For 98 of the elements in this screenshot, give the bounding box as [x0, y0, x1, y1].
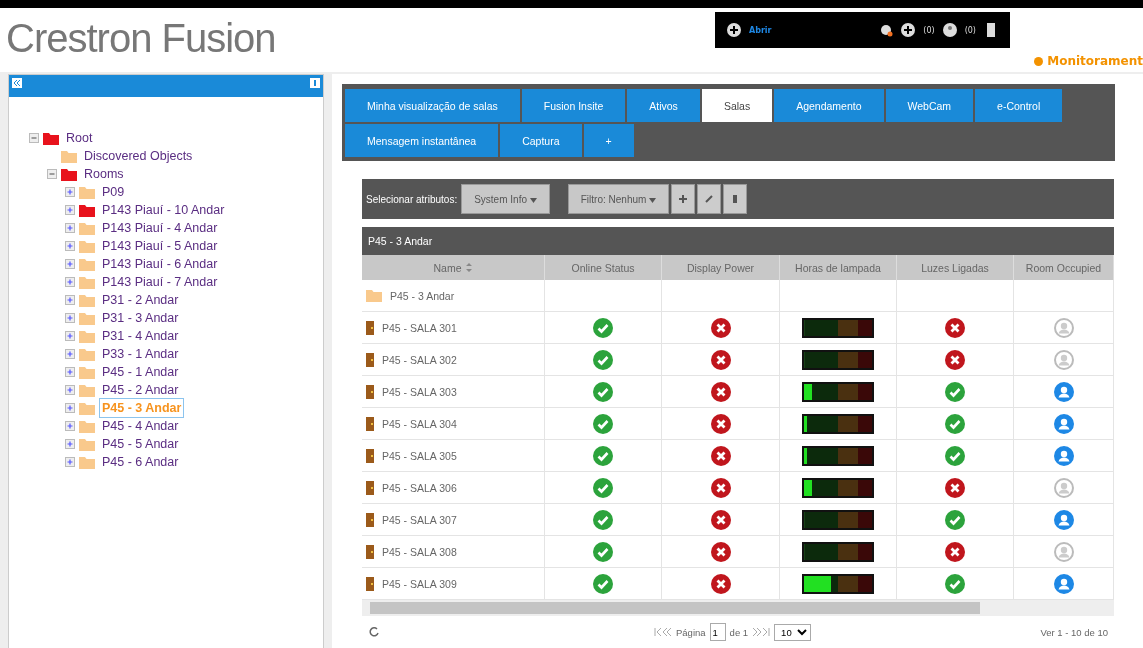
expand-toggle[interactable]: [65, 349, 75, 359]
tree-item[interactable]: P143 Piauí - 7 Andar: [99, 272, 221, 292]
add-button[interactable]: [671, 184, 696, 214]
alert-count: (0): [923, 25, 935, 35]
plus-icon[interactable]: [727, 23, 741, 37]
delete-button[interactable]: [723, 184, 748, 214]
expand-toggle[interactable]: [65, 277, 75, 287]
attributes-label: Selecionar atributos:: [366, 193, 458, 205]
tab[interactable]: +: [583, 124, 634, 157]
expand-toggle[interactable]: [65, 241, 75, 251]
tree-item[interactable]: P09: [99, 182, 128, 202]
expand-toggle[interactable]: [65, 439, 75, 449]
horizontal-scrollbar[interactable]: [362, 600, 1114, 616]
expand-toggle[interactable]: [65, 403, 75, 413]
collapse-button[interactable]: [12, 78, 22, 88]
tree-item[interactable]: P143 Piauí - 5 Andar: [99, 236, 221, 256]
column-header[interactable]: Online Status: [545, 255, 662, 280]
collapse-toggle[interactable]: [29, 133, 39, 143]
table-cell: P45 - SALA 307: [382, 513, 457, 526]
tree-item[interactable]: P45 - 5 Andar: [99, 434, 182, 454]
tree-item[interactable]: P31 - 2 Andar: [99, 290, 182, 310]
table-cell: P45 - SALA 302: [382, 353, 457, 366]
tree-item[interactable]: P143 Piauí - 6 Andar: [99, 254, 221, 274]
tree-item[interactable]: P143 Piauí - 4 Andar: [99, 218, 221, 238]
tab[interactable]: Ativos: [627, 89, 700, 122]
attributes-dropdown[interactable]: System Info: [461, 184, 550, 214]
expand-toggle[interactable]: [65, 331, 75, 341]
expand-toggle[interactable]: [65, 457, 75, 467]
tree-item[interactable]: P31 - 4 Andar: [99, 326, 182, 346]
tab[interactable]: Captura: [500, 124, 582, 157]
expand-toggle[interactable]: [65, 295, 75, 305]
tree-item[interactable]: Root: [63, 128, 96, 148]
expand-toggle[interactable]: [65, 205, 75, 215]
tree-item[interactable]: Rooms: [81, 164, 127, 184]
logo: Crestron Fusion: [5, 15, 276, 62]
tab[interactable]: Agendamento: [774, 89, 884, 122]
page-field[interactable]: 1: [709, 623, 726, 641]
grid-title: P45 - 3 Andar: [362, 227, 1114, 255]
column-header[interactable]: Display Power: [662, 255, 780, 280]
table-cell: P45 - SALA 309: [382, 577, 457, 590]
column-header[interactable]: Luzes Ligadas: [897, 255, 1014, 280]
table-cell: P45 - 3 Andar: [390, 289, 455, 302]
column-header[interactable]: Name: [362, 255, 545, 280]
sort-icon[interactable]: [464, 263, 473, 272]
page-size-select[interactable]: 10: [774, 623, 812, 641]
user-count: (0): [964, 25, 976, 35]
caret-icon: [529, 197, 537, 203]
page-total: de 1: [729, 626, 749, 638]
column-header[interactable]: Room Occupied: [1014, 255, 1114, 280]
last-page-icon[interactable]: [752, 626, 771, 638]
collapse-toggle[interactable]: [47, 169, 57, 179]
expand-toggle[interactable]: [65, 367, 75, 377]
filter-dropdown[interactable]: Filtro: Nenhum: [567, 184, 670, 214]
caret-icon: [649, 197, 657, 203]
open-link[interactable]: Abrir: [749, 25, 772, 35]
expand-toggle[interactable]: [65, 259, 75, 269]
tree-item[interactable]: P45 - 2 Andar: [99, 380, 182, 400]
expand-toggle[interactable]: [65, 223, 75, 233]
table-cell: P45 - SALA 306: [382, 481, 457, 494]
tree-item[interactable]: P33 - 1 Andar: [99, 344, 182, 364]
tree-item[interactable]: P45 - 1 Andar: [99, 362, 182, 382]
double-chevron-icon: [13, 78, 21, 87]
page-label: Página: [676, 626, 706, 638]
tab[interactable]: WebCam: [885, 89, 974, 122]
first-page-icon[interactable]: [654, 626, 672, 638]
alarm-icon[interactable]: [879, 23, 894, 37]
record-summary: Ver 1 - 10 de 10: [1040, 626, 1108, 638]
table-cell: P45 - SALA 301: [382, 321, 457, 334]
table-cell: P45 - SALA 305: [382, 449, 457, 462]
plus-icon[interactable]: [901, 23, 916, 37]
status-dot-icon: [1034, 56, 1044, 66]
tab[interactable]: Mensagem instantânea: [345, 124, 499, 157]
edit-button[interactable]: [697, 184, 722, 214]
expand-toggle[interactable]: [65, 421, 75, 431]
expand-toggle[interactable]: [65, 313, 75, 323]
plus-icon: [678, 194, 689, 204]
tree-item[interactable]: P45 - 6 Andar: [99, 452, 182, 472]
tree-item[interactable]: P143 Piauí - 10 Andar: [99, 200, 228, 220]
device-icon[interactable]: [984, 23, 998, 37]
tab[interactable]: Salas: [701, 89, 773, 122]
table-cell: P45 - SALA 308: [382, 545, 457, 558]
tab[interactable]: Minha visualização de salas: [345, 89, 520, 122]
refresh-icon[interactable]: [368, 626, 380, 638]
tree-item[interactable]: P45 - 4 Andar: [99, 416, 182, 436]
pin-icon: [311, 78, 319, 87]
column-header[interactable]: Horas de lampada: [780, 255, 897, 280]
pencil-icon: [704, 194, 715, 204]
expand-toggle[interactable]: [65, 187, 75, 197]
tree-item[interactable]: P31 - 3 Andar: [99, 308, 182, 328]
tree-item[interactable]: Discovered Objects: [81, 146, 196, 166]
mode-label: Monitorament: [1047, 54, 1143, 68]
table-cell: P45 - SALA 304: [382, 417, 457, 430]
expand-toggle[interactable]: [65, 385, 75, 395]
pin-button[interactable]: [310, 78, 320, 88]
table-cell: P45 - SALA 303: [382, 385, 457, 398]
tab[interactable]: Fusion Insite: [521, 89, 626, 122]
person-icon[interactable]: [942, 23, 957, 37]
tab[interactable]: e-Control: [975, 89, 1063, 122]
